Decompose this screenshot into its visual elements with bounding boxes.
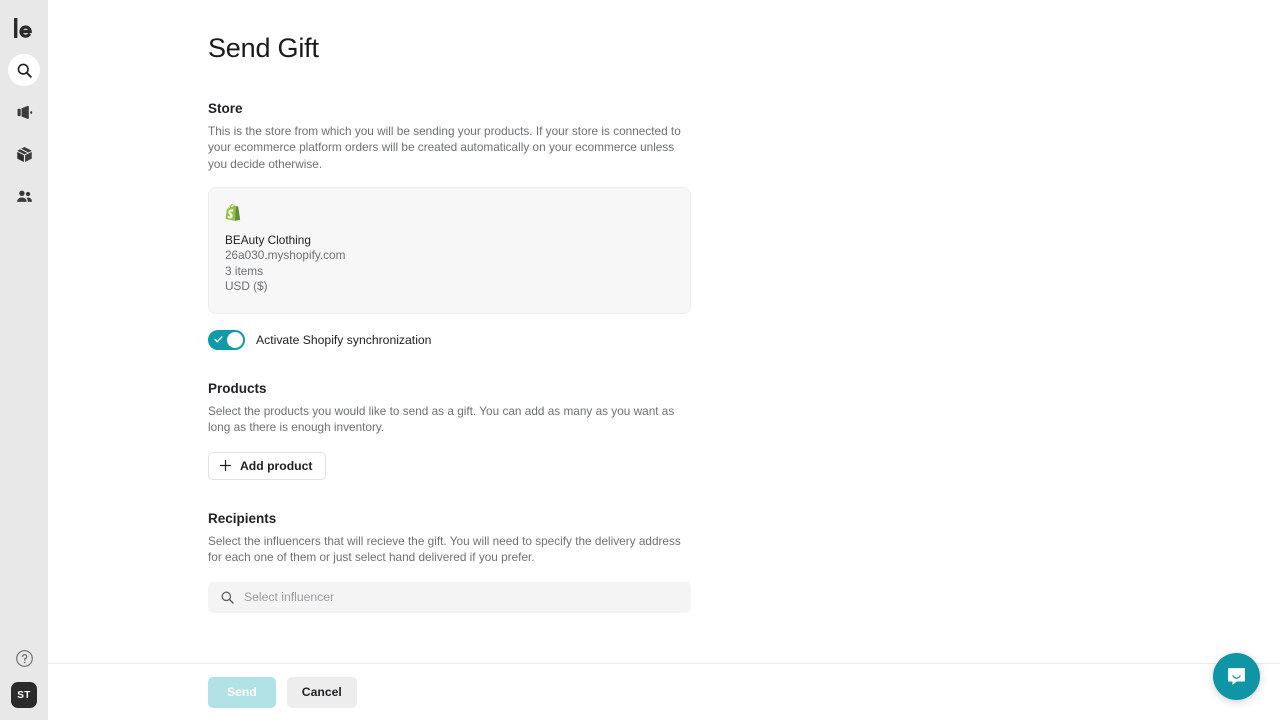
page-title: Send Gift: [208, 33, 319, 63]
shopify-icon: [225, 204, 241, 222]
shopify-sync-label: Activate Shopify synchronization: [256, 333, 432, 347]
add-product-button[interactable]: Add product: [208, 451, 327, 480]
store-domain: 26a030.myshopify.com: [225, 248, 346, 263]
shopify-sync-row: Activate Shopify synchronization: [208, 330, 691, 350]
store-section-title: Store: [208, 101, 243, 116]
store-section: Store This is the store from which you w…: [208, 100, 691, 350]
cancel-button[interactable]: Cancel: [286, 676, 357, 708]
store-section-description: This is the store from which you will be…: [208, 124, 681, 171]
plus-icon: [219, 460, 232, 472]
store-card[interactable]: BEAuty Clothing 26a030.myshopify.com 3 i…: [208, 187, 691, 314]
products-section-description: Select the products you would like to se…: [208, 404, 675, 435]
recipients-section-title: Recipients: [208, 510, 277, 526]
search-icon: [221, 591, 234, 604]
toggle-knob: [227, 332, 243, 348]
app-root: ST Send Gift Store This is the store fro…: [0, 0, 1280, 720]
add-product-label: Add product: [240, 458, 313, 473]
chat-bubble-icon: [1228, 668, 1245, 686]
avatar-initials: ST: [17, 689, 31, 701]
content-column: Send Gift Store This is the store from w…: [48, 0, 1280, 613]
products-section: Products Select the products you would l…: [208, 380, 691, 480]
store-item-count: 3 items: [225, 263, 264, 278]
sidebar-item-campaigns[interactable]: [8, 96, 40, 128]
store-currency: USD ($): [225, 279, 268, 294]
influencer-search-field[interactable]: Select influencer: [208, 581, 691, 613]
sidebar-bottom: ST: [0, 646, 48, 708]
main-content: Send Gift Store This is the store from w…: [48, 0, 1280, 720]
shopify-sync-toggle[interactable]: [208, 330, 245, 350]
box-icon: [16, 146, 32, 162]
people-icon: [16, 190, 32, 202]
sidebar-item-products[interactable]: [8, 138, 40, 170]
check-icon: [214, 336, 223, 343]
influencer-search-placeholder: Select influencer: [244, 590, 335, 605]
sidebar-nav: [0, 54, 48, 212]
products-section-title: Products: [208, 381, 267, 396]
send-button[interactable]: Send: [208, 676, 276, 708]
store-name: BEAuty Clothing: [225, 233, 311, 248]
sidebar-item-influencers[interactable]: [8, 180, 40, 212]
lo-logo[interactable]: [7, 12, 41, 44]
help-button[interactable]: [12, 646, 36, 670]
megaphone-icon: [17, 105, 32, 119]
sidebar-item-search[interactable]: [8, 54, 40, 86]
search-icon: [17, 63, 32, 78]
chat-launcher-button[interactable]: [1213, 653, 1260, 700]
form-footer: Send Cancel: [48, 663, 1280, 720]
recipients-section-description: Select the influencers that will recieve…: [208, 533, 681, 565]
sidebar: ST: [0, 0, 48, 720]
avatar[interactable]: ST: [11, 682, 37, 708]
recipients-section: Recipients Select the influencers that w…: [208, 510, 691, 613]
lo-logo-icon: [14, 18, 32, 38]
help-circle-icon: [15, 649, 33, 667]
